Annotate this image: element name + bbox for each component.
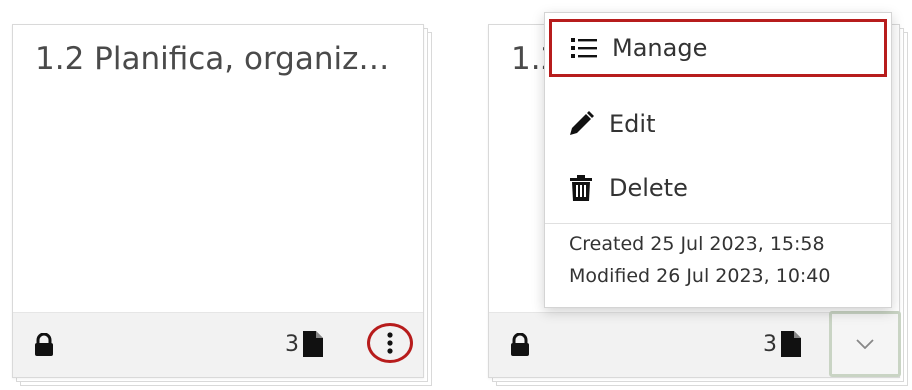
- menu-item-manage[interactable]: Manage: [549, 19, 887, 77]
- card-options-menu: Manage Edit Delete Created 25 Jul 2023, …: [544, 12, 892, 308]
- folder-card[interactable]: 1.2 Planifica, organiz… 3: [12, 24, 424, 378]
- pencil-icon: [567, 110, 595, 138]
- menu-item-label: Manage: [612, 34, 708, 62]
- menu-divider: [545, 223, 891, 224]
- list-icon: [570, 34, 598, 62]
- file-icon: [303, 331, 323, 357]
- card-stack-1: 1.2 Planifica, organiz… 3: [12, 24, 432, 386]
- menu-item-delete[interactable]: Delete: [549, 159, 887, 217]
- menu-item-edit[interactable]: Edit: [549, 95, 887, 153]
- trash-icon: [567, 174, 595, 202]
- chevron-down-icon: [856, 339, 874, 349]
- card-options-button[interactable]: [367, 323, 413, 363]
- card-title[interactable]: 1.2 Planifica, organiz…: [35, 39, 405, 79]
- file-count: 3: [763, 332, 777, 357]
- card-options-toggle[interactable]: [829, 311, 901, 377]
- lock-icon: [511, 333, 529, 356]
- card-footer: 3: [489, 311, 901, 377]
- menu-item-label: Edit: [609, 110, 656, 138]
- card-footer: 3: [13, 312, 423, 377]
- file-count: 3: [285, 332, 299, 357]
- lock-icon: [35, 333, 53, 356]
- menu-item-label: Delete: [609, 174, 688, 202]
- highlight-ring: [367, 323, 413, 363]
- modified-date: Modified 26 Jul 2023, 10:40: [569, 265, 831, 287]
- file-icon: [781, 331, 801, 357]
- created-date: Created 25 Jul 2023, 15:58: [569, 233, 825, 255]
